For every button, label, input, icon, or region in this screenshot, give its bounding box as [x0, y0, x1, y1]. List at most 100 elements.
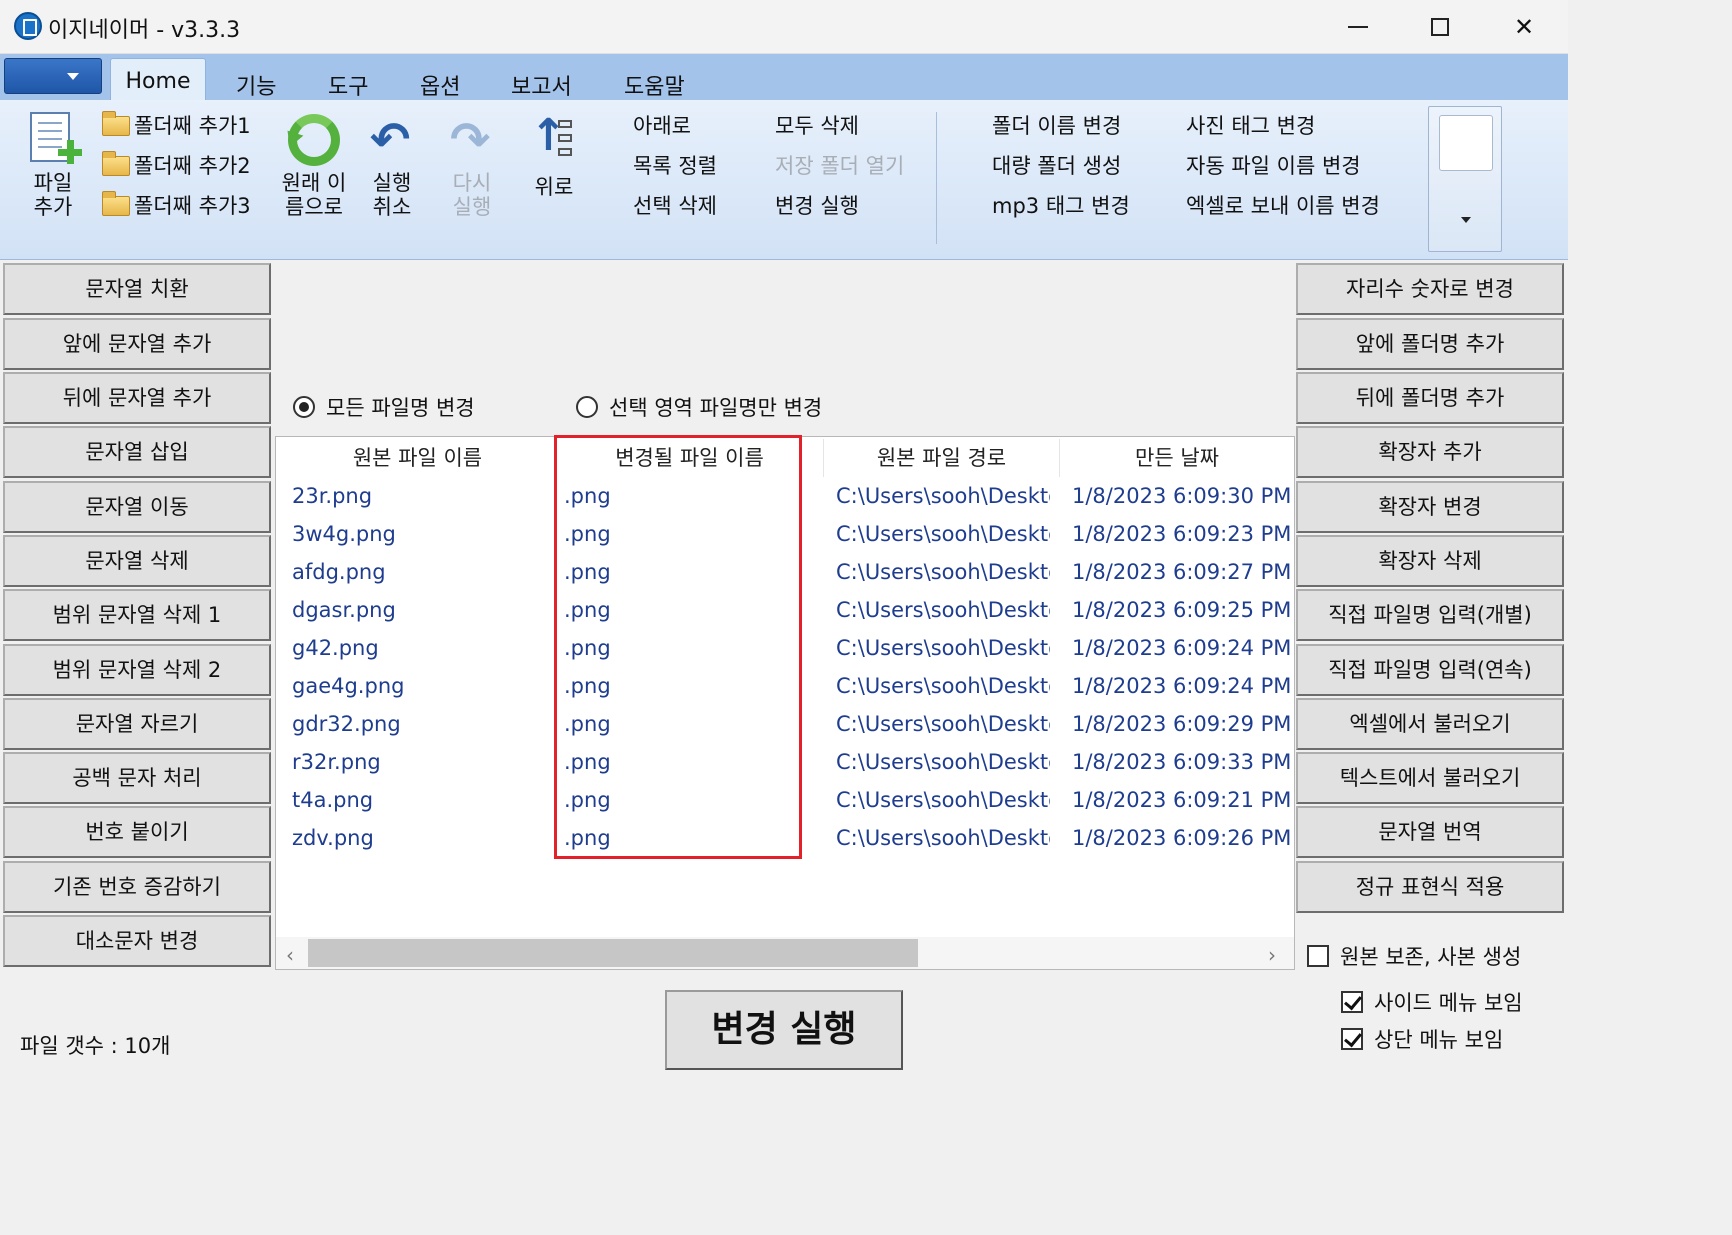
add-folder-1-label: 폴더째 추가1: [134, 114, 251, 138]
side-btn-digits[interactable]: 자리수 숫자로 변경: [1296, 263, 1564, 315]
side-btn-numbering[interactable]: 번호 붙이기: [3, 806, 271, 858]
side-btn-folder-prefix[interactable]: 앞에 폴더명 추가: [1296, 318, 1564, 370]
scroll-right-icon[interactable]: ›: [1268, 943, 1276, 967]
column-header-original-name[interactable]: 원본 파일 이름: [280, 439, 556, 477]
sort-list-button[interactable]: 목록 정렬: [633, 150, 717, 180]
column-header-created[interactable]: 만든 날짜: [1060, 439, 1294, 477]
add-folder-3-label: 폴더째 추가3: [134, 194, 251, 218]
rename-folder-button[interactable]: 폴더 이름 변경: [992, 110, 1121, 140]
cell-original-name: afdg.png: [292, 560, 386, 584]
side-btn-range-delete-2[interactable]: 범위 문자열 삭제 2: [3, 644, 271, 696]
side-btn-prefix[interactable]: 앞에 문자열 추가: [3, 318, 271, 370]
maximize-button[interactable]: [1400, 4, 1480, 50]
cell-path: C:\Users\sooh\Desktop: [836, 674, 1050, 698]
move-up-button[interactable]: ↑ 위로: [522, 106, 586, 202]
show-side-menu-checkbox[interactable]: [1341, 991, 1363, 1013]
folder-icon: [102, 191, 130, 216]
tab-home[interactable]: Home: [110, 58, 206, 100]
scroll-left-icon[interactable]: ‹: [286, 943, 294, 967]
cell-original-name: g42.png: [292, 636, 379, 660]
side-btn-cut[interactable]: 문자열 자르기: [3, 698, 271, 750]
undo-label-2: 취소: [372, 195, 412, 219]
bulk-folder-button[interactable]: 대량 폴더 생성: [992, 150, 1121, 180]
minimize-button[interactable]: [1318, 4, 1398, 50]
delete-all-button[interactable]: 모두 삭제: [775, 110, 859, 140]
redo-button[interactable]: ↷ 다시 실행: [440, 106, 504, 222]
cell-path: C:\Users\sooh\Desktop: [836, 750, 1050, 774]
cell-path: C:\Users\sooh\Desktop: [836, 522, 1050, 546]
side-btn-regex[interactable]: 정규 표현식 적용: [1296, 861, 1564, 913]
gallery-item[interactable]: [1439, 115, 1493, 171]
execute-button[interactable]: 변경 실행: [665, 990, 903, 1070]
add-file-button[interactable]: 파일 추가: [18, 106, 92, 222]
side-btn-manual-continuous[interactable]: 직접 파일명 입력(연속): [1296, 644, 1564, 696]
ribbon-gallery[interactable]: [1428, 106, 1502, 252]
delete-selected-button[interactable]: 선택 삭제: [633, 190, 717, 220]
side-btn-increment[interactable]: 기존 번호 증감하기: [3, 861, 271, 913]
mp3-tag-button[interactable]: mp3 태그 변경: [992, 190, 1130, 220]
cell-created: 1/8/2023 6:09:26 PM: [1072, 826, 1292, 850]
tab-report[interactable]: 보고서: [511, 62, 572, 100]
move-down-button[interactable]: 아래로: [633, 110, 691, 140]
restore-original-button[interactable]: 원래 이 름으로: [276, 106, 352, 222]
column-header-path[interactable]: 원본 파일 경로: [824, 439, 1060, 477]
add-file-label-1: 파일: [33, 171, 73, 195]
side-btn-ext-change[interactable]: 확장자 변경: [1296, 481, 1564, 533]
add-folder-2-button[interactable]: 폴더째 추가2: [100, 148, 266, 178]
radio-all-files[interactable]: [293, 396, 315, 418]
side-btn-insert[interactable]: 문자열 삽입: [3, 426, 271, 478]
radio-selected-files[interactable]: [576, 396, 598, 418]
folder-icon: [102, 151, 130, 176]
horizontal-scrollbar[interactable]: ‹ ›: [276, 937, 1294, 969]
close-button[interactable]: ✕: [1484, 4, 1564, 50]
side-btn-suffix[interactable]: 뒤에 문자열 추가: [3, 372, 271, 424]
ribbon-run-change-button[interactable]: 변경 실행: [775, 190, 859, 220]
side-btn-folder-suffix[interactable]: 뒤에 폴더명 추가: [1296, 372, 1564, 424]
side-btn-whitespace[interactable]: 공백 문자 처리: [3, 752, 271, 804]
plus-icon: [58, 140, 82, 164]
side-btn-replace[interactable]: 문자열 치환: [3, 263, 271, 315]
ribbon-panel: 파일 추가 폴더째 추가1 폴더째 추가2 폴더째 추가3 원래 이 름으로 ↶…: [0, 100, 1568, 260]
add-folder-3-button[interactable]: 폴더째 추가3: [100, 188, 266, 218]
scrollbar-thumb[interactable]: [308, 939, 918, 967]
cell-created: 1/8/2023 6:09:30 PM: [1072, 484, 1292, 508]
cell-original-name: r32r.png: [292, 750, 381, 774]
tab-options[interactable]: 옵션: [420, 62, 460, 100]
show-side-menu-label: 사이드 메뉴 보임: [1374, 991, 1523, 1015]
cell-original-name: t4a.png: [292, 788, 374, 812]
add-folder-1-button[interactable]: 폴더째 추가1: [100, 108, 266, 138]
side-btn-range-delete-1[interactable]: 범위 문자열 삭제 1: [3, 589, 271, 641]
cell-path: C:\Users\sooh\Desktop: [836, 560, 1050, 584]
side-btn-import-excel[interactable]: 엑셀에서 불러오기: [1296, 698, 1564, 750]
show-top-menu-checkbox[interactable]: [1341, 1028, 1363, 1050]
restore-icon: [288, 114, 340, 166]
cell-created: 1/8/2023 6:09:29 PM: [1072, 712, 1292, 736]
tab-tools[interactable]: 도구: [328, 62, 368, 100]
add-folder-2-label: 폴더째 추가2: [134, 154, 251, 178]
cell-created: 1/8/2023 6:09:24 PM: [1072, 636, 1292, 660]
side-btn-delete[interactable]: 문자열 삭제: [3, 535, 271, 587]
open-save-folder-button[interactable]: 저장 폴더 열기: [775, 150, 904, 180]
redo-icon: ↷: [450, 112, 491, 168]
undo-button[interactable]: ↶ 실행 취소: [360, 106, 424, 222]
application-menu-button[interactable]: [4, 58, 102, 94]
tab-features[interactable]: 기능: [236, 62, 276, 100]
move-up-label: 위로: [534, 175, 574, 199]
side-btn-ext-delete[interactable]: 확장자 삭제: [1296, 535, 1564, 587]
side-btn-manual-single[interactable]: 직접 파일명 입력(개별): [1296, 589, 1564, 641]
chevron-down-icon[interactable]: [1461, 217, 1471, 223]
cell-original-name: 3w4g.png: [292, 522, 396, 546]
side-btn-translate[interactable]: 문자열 번역: [1296, 806, 1564, 858]
tab-help[interactable]: 도움말: [624, 62, 685, 100]
photo-tag-button[interactable]: 사진 태그 변경: [1186, 110, 1315, 140]
side-btn-move[interactable]: 문자열 이동: [3, 481, 271, 533]
side-btn-import-text[interactable]: 텍스트에서 불러오기: [1296, 752, 1564, 804]
side-btn-case[interactable]: 대소문자 변경: [3, 915, 271, 967]
cell-original-name: gae4g.png: [292, 674, 405, 698]
auto-rename-button[interactable]: 자동 파일 이름 변경: [1186, 150, 1361, 180]
excel-rename-button[interactable]: 엑셀로 보내 이름 변경: [1186, 190, 1380, 220]
keep-original-checkbox[interactable]: [1307, 945, 1329, 967]
side-btn-ext-add[interactable]: 확장자 추가: [1296, 426, 1564, 478]
cell-path: C:\Users\sooh\Desktop: [836, 826, 1050, 850]
cell-created: 1/8/2023 6:09:27 PM: [1072, 560, 1292, 584]
